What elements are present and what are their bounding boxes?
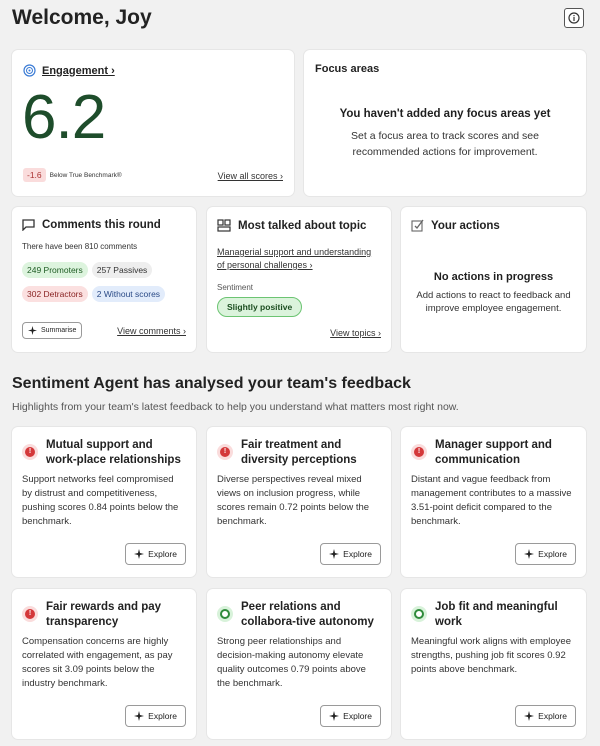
alert-icon: ! [22, 444, 38, 460]
topic-title: Most talked about topic [238, 219, 367, 232]
sentiment-label: Sentiment [217, 283, 254, 292]
sentiment-badge: Slightly positive [217, 297, 303, 317]
passives-pill[interactable]: 257 Passives [91, 262, 153, 278]
sparkle-icon [329, 711, 340, 721]
insight-title: Job fit and meaningful work [435, 601, 558, 628]
comments-summary: There have been 810 comments [22, 242, 138, 251]
engagement-score: 6.2 [22, 83, 106, 152]
comment-icon [22, 219, 35, 231]
insight-header: ! Mutual support and work-place relations… [22, 438, 186, 468]
actions-header: Your actions [411, 219, 500, 232]
engagement-card: Engagement › 6.2 -1.6 Below True Benchma… [12, 50, 294, 196]
insight-body: Support networks feel compromised by dis… [22, 474, 179, 527]
insight-title: Manager support and communication [435, 439, 552, 466]
explore-label: Explore [343, 549, 372, 559]
insight-card: Job fit and meaningful work Meaningful wo… [401, 589, 586, 739]
insight-body: Strong peer relationships and decision-m… [217, 636, 366, 689]
topic-card: Most talked about topic Managerial suppo… [207, 207, 391, 352]
explore-button[interactable]: Explore [320, 705, 381, 727]
sparkle-icon [329, 549, 340, 559]
view-topics-link[interactable]: View topics › [330, 328, 381, 338]
insight-body: Compensation concerns are highly correla… [22, 636, 173, 689]
sparkle-icon [28, 326, 37, 335]
alert-icon: ! [411, 444, 427, 460]
insight-title: Fair rewards and pay transparency [46, 601, 162, 628]
without-scores-pill[interactable]: 2 Without scores [91, 286, 166, 302]
page-header: Welcome, Joy [12, 6, 588, 36]
actions-title: Your actions [431, 219, 500, 232]
delta-badge: -1.6 [23, 168, 46, 182]
insight-card: ! Manager support and communication Distan… [401, 427, 586, 577]
topic-link[interactable]: Managerial support and understanding of … [217, 246, 381, 272]
insight-card: ! Mutual support and work-place relations… [12, 427, 196, 577]
actions-card: Your actions No actions in progress Add … [401, 207, 586, 352]
insight-body: Meaningful work aligns with employee str… [411, 636, 571, 675]
sparkle-icon [134, 549, 145, 559]
explore-button[interactable]: Explore [515, 705, 576, 727]
sparkle-icon [524, 711, 535, 721]
info-button[interactable] [564, 8, 584, 28]
sparkle-icon [134, 711, 145, 721]
explore-label: Explore [148, 711, 177, 721]
topic-header: Most talked about topic [217, 219, 366, 232]
insight-header: ! Manager support and communication [411, 438, 576, 468]
delta-text: Below True Benchmark® [49, 171, 122, 179]
engagement-link[interactable]: Engagement › [42, 65, 115, 77]
focus-areas-card: Focus areas You haven't added any focus … [304, 50, 586, 196]
positive-icon [217, 606, 233, 622]
sentiment-badge-wrap: Slightly positive [217, 297, 303, 317]
summarise-button[interactable]: Summarise [22, 322, 83, 339]
focus-empty-title: You haven't added any focus areas yet [339, 108, 551, 120]
explore-label: Explore [343, 711, 372, 721]
page-title: Welcome, Joy [12, 6, 152, 29]
insight-title: Fair treatment and diversity perceptions [241, 439, 357, 466]
view-comments-link[interactable]: View comments › [117, 326, 186, 336]
info-icon [568, 12, 580, 24]
focus-empty-text: Set a focus area to track scores and see… [351, 130, 539, 158]
explore-label: Explore [538, 711, 567, 721]
alert-icon: ! [22, 606, 38, 622]
insight-body: Diverse perspectives reveal mixed views … [217, 474, 370, 527]
comments-title: Comments this round [42, 219, 161, 231]
sparkle-icon [524, 549, 535, 559]
insight-header: Job fit and meaningful work [411, 600, 576, 630]
comments-header: Comments this round [22, 219, 161, 231]
explore-button[interactable]: Explore [320, 543, 381, 565]
insight-card: ! Fair treatment and diversity perception… [207, 427, 391, 577]
agent-section-title: Sentiment Agent has analysed your team's… [12, 375, 411, 392]
topic-icon [217, 219, 231, 232]
agent-section-subtitle: Highlights from your team's latest feedb… [12, 401, 459, 413]
score-pills: 249 Promoters 257 Passives 302 Detractors… [22, 260, 192, 302]
detractors-pill[interactable]: 302 Detractors [22, 286, 88, 302]
checklist-icon [411, 219, 424, 232]
insight-header: Peer relations and collabora-tive autono… [217, 600, 381, 630]
promoters-pill[interactable]: 249 Promoters [22, 262, 88, 278]
benchmark-delta: -1.6 Below True Benchmark® [23, 168, 122, 182]
explore-label: Explore [538, 549, 567, 559]
insight-title: Mutual support and work-place relationsh… [46, 439, 181, 466]
insight-header: ! Fair treatment and diversity perception… [217, 438, 381, 468]
engagement-header[interactable]: Engagement › [23, 64, 115, 77]
actions-empty-title: No actions in progress [433, 271, 554, 283]
comments-card: Comments this round There have been 810 … [12, 207, 196, 352]
insight-header: ! Fair rewards and pay transparency [22, 600, 186, 630]
explore-button[interactable]: Explore [125, 543, 186, 565]
positive-icon [411, 606, 427, 622]
view-all-scores-link[interactable]: View all scores › [218, 171, 283, 181]
insight-title: Peer relations and collabora-tive autono… [241, 601, 374, 628]
alert-icon: ! [217, 444, 233, 460]
actions-empty-text: Add actions to react to feedback and imp… [416, 290, 571, 314]
explore-button[interactable]: Explore [125, 705, 186, 727]
summarise-label: Summarise [41, 327, 77, 334]
insight-body: Distant and vague feedback from manageme… [411, 474, 572, 527]
explore-button[interactable]: Explore [515, 543, 576, 565]
engagement-icon [23, 64, 36, 77]
focus-areas-title: Focus areas [315, 63, 380, 75]
explore-label: Explore [148, 549, 177, 559]
insight-card: Peer relations and collabora-tive autono… [207, 589, 391, 739]
insight-card: ! Fair rewards and pay transparency Compen… [12, 589, 196, 739]
